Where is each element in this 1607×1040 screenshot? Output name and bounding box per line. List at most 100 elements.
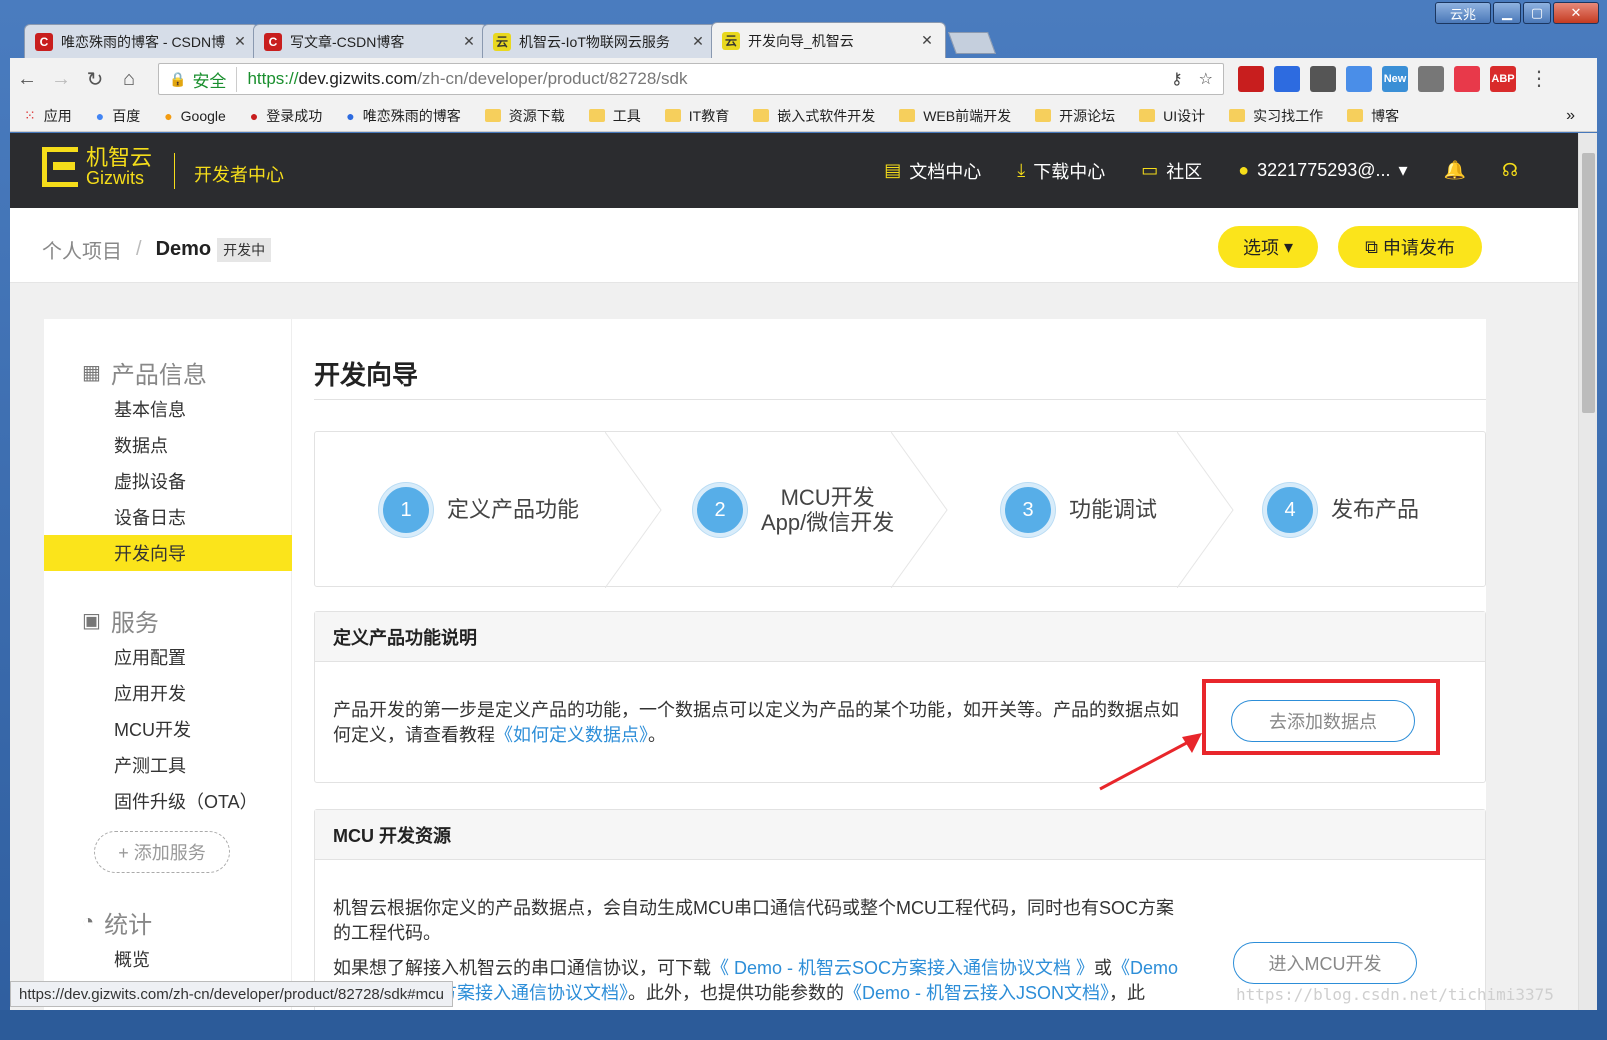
reload-icon[interactable]: ↻ [78,67,112,92]
gizwits-logo[interactable]: 机智云 Gizwits [42,147,152,187]
forward-arrow-icon[interactable]: → [44,68,78,91]
key-icon[interactable]: ⚷ [1171,69,1183,89]
bookmarks-overflow-icon[interactable]: » [1566,107,1575,125]
sidebar-item-mcu-dev[interactable]: MCU开发 [44,711,292,747]
back-arrow-icon[interactable]: ← [10,68,44,91]
sidebar-item-overview[interactable]: 概览 [44,941,292,977]
bookmark-item[interactable]: 博客 [1347,106,1399,126]
add-service-button[interactable]: + 添加服务 [94,831,230,873]
sidebar-item-device-log[interactable]: 设备日志 [44,499,292,535]
options-label: 选项 [1242,238,1279,258]
bookmark-item[interactable]: 资源下载 [484,106,565,126]
bookmark-item[interactable]: ● Google [164,108,226,124]
bookmark-item[interactable]: 开源论坛 [1035,106,1115,126]
maximize-button[interactable]: ▢ [1523,2,1551,24]
json-doc-link[interactable]: 《Demo - 机智云接入JSON文档》 [844,983,1109,1003]
extension-icon[interactable] [1274,66,1300,92]
bell-icon[interactable]: 🔔 [1444,160,1466,181]
page-scrollbar[interactable] [1578,133,1597,1010]
bookmark-item[interactable]: WEB前端开发 [899,106,1011,126]
tab-close-icon[interactable]: ✕ [919,32,935,49]
nav-account[interactable]: ● 3221775293@... ▾ [1238,160,1407,181]
bookmark-item[interactable]: 实习找工作 [1229,106,1323,126]
step-3[interactable]: 3 功能调试 [1001,432,1157,588]
new-tab-button[interactable] [947,32,997,54]
site-favicon-icon: ● [249,107,259,124]
site-favicon-icon: ● [164,107,173,124]
step-2[interactable]: 2 MCU开发 App/微信开发 [693,432,894,588]
breadcrumb-parent[interactable]: 个人项目 [42,235,122,264]
menu-icon[interactable]: ⋮ [1522,66,1556,91]
account-label: 3221775293@... [1257,160,1391,180]
bookmark-star-icon[interactable]: ☆ [1199,69,1213,89]
tab-close-icon[interactable]: ✕ [461,33,477,50]
close-window-button[interactable]: ✕ [1553,2,1599,24]
sidebar-item-app-config[interactable]: 应用配置 [44,639,292,675]
dev-center-link[interactable]: 开发者中心 [194,161,284,187]
step-label: 定义产品功能 [447,497,580,523]
nav-community[interactable]: ▭ 社区 [1141,158,1202,184]
tab-csdn-write[interactable]: C 写文章-CSDN博客 ✕ [253,24,488,58]
options-button[interactable]: 选项 ▾ [1218,226,1318,268]
step-1[interactable]: 1 定义产品功能 [379,432,579,588]
address-bar[interactable]: 🔒 安全 https:// dev.gizwits.com /zh-cn/dev… [158,63,1224,95]
bookmark-item[interactable]: 嵌入式软件开发 [753,106,875,126]
tab-close-icon[interactable]: ✕ [690,33,706,50]
extension-icon[interactable] [1454,66,1480,92]
step-number: 4 [1263,483,1317,537]
scrollbar-thumb[interactable] [1582,153,1595,413]
tab-dev-guide[interactable]: 云 开发向导_机智云 ✕ [711,22,946,58]
folder-icon [664,109,681,122]
extension-icon[interactable] [1346,66,1372,92]
sidebar-item-dev-guide[interactable]: 开发向导 [44,535,292,571]
extension-icon[interactable] [1310,66,1336,92]
group-label: 服务 [110,610,159,637]
nav-docs[interactable]: ▤ 文档中心 [884,158,981,184]
extension-icon[interactable]: ABP [1490,66,1516,92]
browser-toolbar: ← → ↻ ⌂ 🔒 安全 https:// dev.gizwits.com /z… [10,58,1597,100]
window-user-button[interactable]: 云兆 [1435,2,1491,24]
sidebar-item-basic-info[interactable]: 基本信息 [44,391,292,427]
bookmark-item[interactable]: IT教育 [664,106,729,126]
step-number: 3 [1001,483,1055,537]
bookmark-item[interactable]: ● 百度 [96,106,140,126]
url-scheme: https:// [247,69,299,88]
nav-downloads[interactable]: ⤓ 下载中心 [1017,158,1105,184]
sidebar-item-virtual-device[interactable]: 虚拟设备 [44,463,292,499]
publish-button[interactable]: ⧉ 申请发布 [1338,226,1482,268]
extension-icon[interactable] [1418,66,1444,92]
minimize-button[interactable]: ▁ [1493,2,1521,24]
datapoint-tutorial-link[interactable]: 《如何定义数据点》 [495,725,648,745]
tab-csdn-blog[interactable]: C 唯恋殊雨的博客 - CSDN博 ✕ [24,24,259,58]
folder-icon [484,109,501,122]
panel-heading: 定义产品功能说明 [315,612,1485,662]
bookmark-item[interactable]: ● 唯恋殊雨的博客 [346,106,460,126]
sidebar-item-ota[interactable]: 固件升级（OTA） [44,783,292,819]
or-text: 或 [1094,958,1113,978]
bookmark-label: 百度 [112,107,141,124]
tab-close-icon[interactable]: ✕ [232,33,248,50]
breadcrumb-separator: / [136,238,142,260]
tab-gizwits-iot[interactable]: 云 机智云-IoT物联网云服务 ✕ [482,24,717,58]
watermark-text: https://blog.csdn.net/tichimi3375 [1236,985,1554,1004]
extension-icon[interactable]: New [1382,66,1408,92]
chevron-down-icon: ▾ [1398,160,1408,180]
soc-protocol-link[interactable]: 《 Demo - 机智云SOC方案接入通信协议文档 》 [711,958,1094,978]
step-4[interactable]: 4 发布产品 [1263,432,1419,588]
sidebar-item-app-dev[interactable]: 应用开发 [44,675,292,711]
document-icon: ▤ [884,160,902,180]
headset-icon[interactable]: ☊ [1502,160,1518,181]
csdn-favicon-icon: C [35,32,53,51]
folder-icon [1035,109,1052,122]
bookmark-item[interactable]: ● 登录成功 [250,106,322,126]
group-label: 产品信息 [110,362,207,389]
extension-icon[interactable] [1238,66,1264,92]
sidebar-item-datapoints[interactable]: 数据点 [44,427,292,463]
sidebar-item-test-tools[interactable]: 产测工具 [44,747,292,783]
enter-mcu-dev-button[interactable]: 进入MCU开发 [1233,942,1417,984]
bookmark-item[interactable]: 工具 [588,106,641,126]
bookmark-item[interactable]: ⁙ 应用 [24,106,72,126]
home-icon[interactable]: ⌂ [112,68,146,91]
grid-icon: ▦ [82,362,101,384]
bookmark-item[interactable]: UI设计 [1139,106,1205,126]
